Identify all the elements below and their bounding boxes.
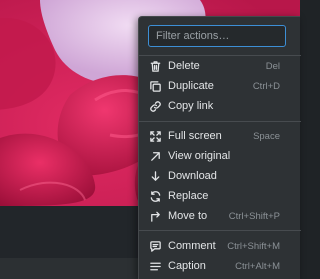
menu-item-comment[interactable]: Comment Ctrl+Shift+M bbox=[139, 236, 301, 256]
menu-item-full-screen[interactable]: Full screen Space bbox=[139, 126, 301, 146]
menu-item-shortcut: Ctrl+Alt+M bbox=[235, 260, 280, 272]
trash-icon bbox=[148, 59, 162, 73]
menu-item-copy-link[interactable]: Copy link bbox=[139, 96, 301, 116]
menu-item-label: Download bbox=[168, 170, 217, 182]
arrow-up-right-icon bbox=[148, 149, 162, 163]
menu-item-label: Duplicate bbox=[168, 80, 214, 92]
menu-item-shortcut: Ctrl+D bbox=[252, 80, 280, 92]
menu-item-shortcut: Space bbox=[253, 130, 280, 142]
menu-item-replace[interactable]: Replace bbox=[139, 186, 301, 206]
menu-item-label: Delete bbox=[168, 60, 200, 72]
menu-item-label: Copy link bbox=[168, 100, 214, 112]
fullscreen-icon bbox=[148, 129, 162, 143]
menu-separator bbox=[139, 121, 301, 122]
context-menu: Delete Del Duplicate Ctrl+D Copy link Fu… bbox=[138, 16, 301, 279]
menu-item-shortcut: Del bbox=[265, 60, 280, 72]
move-to-icon bbox=[148, 209, 162, 223]
duplicate-icon bbox=[148, 79, 162, 93]
replace-icon bbox=[148, 189, 162, 203]
menu-item-shortcut: Ctrl+Shift+P bbox=[228, 210, 280, 222]
menu-item-delete[interactable]: Delete Del bbox=[139, 56, 301, 76]
filter-actions-input[interactable] bbox=[148, 25, 286, 47]
menu-item-label: Caption bbox=[168, 260, 206, 272]
menu-separator bbox=[139, 230, 301, 231]
menu-item-label: Full screen bbox=[168, 130, 222, 142]
menu-item-label: Replace bbox=[168, 190, 209, 202]
menu-item-label: Move to bbox=[168, 210, 208, 222]
link-icon bbox=[148, 99, 162, 113]
download-icon bbox=[148, 169, 162, 183]
comment-icon bbox=[148, 239, 162, 253]
menu-item-download[interactable]: Download bbox=[139, 166, 301, 186]
menu-item-label: View original bbox=[168, 150, 231, 162]
menu-item-label: Comment bbox=[168, 240, 216, 252]
caption-icon bbox=[148, 259, 162, 273]
menu-item-caption[interactable]: Caption Ctrl+Alt+M bbox=[139, 256, 301, 276]
menu-item-view-original[interactable]: View original bbox=[139, 146, 301, 166]
menu-item-shortcut: Ctrl+Shift+M bbox=[227, 240, 280, 252]
menu-item-duplicate[interactable]: Duplicate Ctrl+D bbox=[139, 76, 301, 96]
menu-item-move-to[interactable]: Move to Ctrl+Shift+P bbox=[139, 206, 301, 226]
